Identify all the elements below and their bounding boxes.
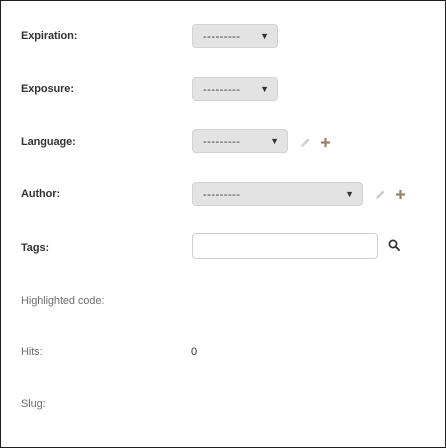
chevron-down-icon: ▼: [345, 189, 354, 199]
pencil-icon: [373, 187, 387, 201]
language-select-value: ---------: [203, 136, 241, 148]
expiration-select[interactable]: --------- ▼: [192, 24, 278, 48]
hits-value: 0: [191, 346, 198, 358]
plus-icon[interactable]: [393, 187, 407, 201]
expiration-select-value: ---------: [203, 31, 241, 43]
tags-label: Tags:: [21, 242, 50, 254]
admin-form: Expiration: --------- ▼ Exposure: ------…: [0, 0, 446, 448]
exposure-label: Exposure:: [21, 83, 74, 95]
highlighted-code-label: Highlighted code:: [21, 295, 105, 307]
chevron-down-icon: ▼: [260, 31, 269, 41]
language-select[interactable]: --------- ▼: [192, 129, 288, 153]
pencil-icon: [298, 135, 312, 149]
tags-input[interactable]: [192, 233, 378, 259]
author-select[interactable]: --------- ▼: [192, 182, 363, 206]
slug-label: Slug:: [21, 398, 46, 410]
exposure-select[interactable]: --------- ▼: [192, 77, 278, 101]
chevron-down-icon: ▼: [260, 84, 269, 94]
hits-label: Hits:: [21, 346, 43, 358]
plus-icon[interactable]: [318, 135, 332, 149]
search-icon[interactable]: [387, 238, 401, 252]
language-label: Language:: [21, 136, 76, 148]
expiration-label: Expiration:: [21, 30, 78, 42]
exposure-select-value: ---------: [203, 84, 241, 96]
author-label: Author:: [21, 188, 61, 200]
author-select-value: ---------: [203, 189, 241, 201]
chevron-down-icon: ▼: [270, 136, 279, 146]
